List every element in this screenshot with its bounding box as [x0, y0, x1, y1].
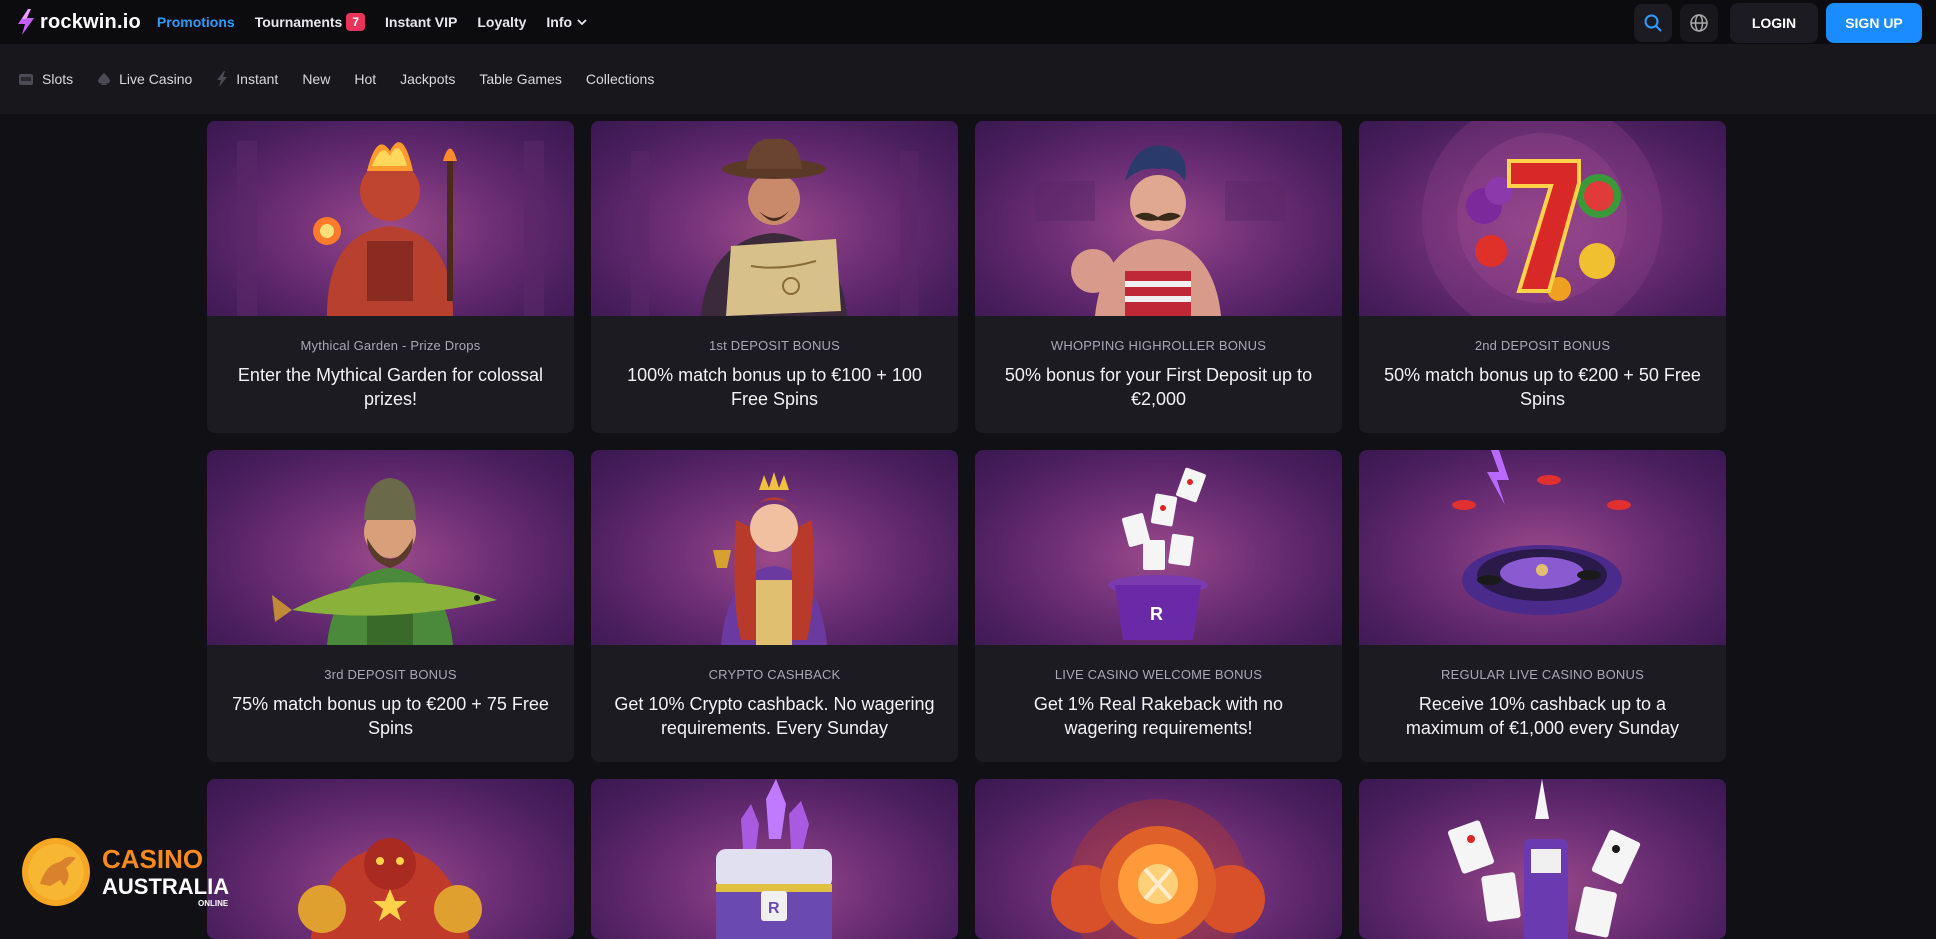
- category-new[interactable]: New: [302, 71, 330, 87]
- promo-image-treasure-chest: R: [591, 779, 958, 939]
- category-bar: Slots Live Casino Instant New Hot Jackpo…: [0, 44, 1936, 114]
- promo-card-mythical-garden[interactable]: Mythical Garden - Prize Drops Enter the …: [207, 121, 574, 433]
- promo-image-roulette: [1359, 450, 1726, 645]
- nav-info-dropdown[interactable]: Info: [546, 14, 587, 30]
- header-tools: LOGIN SIGN UP: [1626, 3, 1922, 43]
- promo-subtitle: 1st DEPOSIT BONUS: [708, 338, 841, 353]
- promo-image-lucky-seven: [1359, 121, 1726, 316]
- watermark-line2: AUSTRALIA: [102, 874, 229, 899]
- watermark-line3: ONLINE: [198, 899, 229, 908]
- category-instant-label: Instant: [236, 71, 279, 87]
- nav-tournaments[interactable]: Tournaments 7: [254, 13, 366, 31]
- promo-image-golem: [207, 779, 574, 939]
- promo-title: 100% match bonus up to €100 + 100 Free S…: [627, 365, 922, 409]
- svg-text:R: R: [768, 900, 780, 917]
- promo-title: 50% match bonus up to €200 + 50 Free Spi…: [1384, 365, 1701, 409]
- promo-card-partial[interactable]: [207, 779, 574, 939]
- promo-card-partial[interactable]: [1359, 779, 1726, 939]
- promo-title: 50% bonus for your First Deposit up to €…: [1004, 365, 1313, 409]
- tournaments-count-badge: 7: [346, 13, 366, 31]
- promo-image-queen: [591, 450, 958, 645]
- login-button[interactable]: LOGIN: [1730, 3, 1818, 43]
- promo-image-fisherman: [207, 450, 574, 645]
- brand-logo[interactable]: rockwin.io: [16, 0, 141, 44]
- promo-card-live-casino-welcome[interactable]: R LIVE CASINO WELCOME BONUS Get 1% Real …: [975, 450, 1342, 762]
- search-button[interactable]: [1634, 4, 1672, 42]
- promotions-grid: Mythical Garden - Prize Drops Enter the …: [207, 121, 1728, 939]
- promo-title: Get 10% Crypto cashback. No wagering req…: [614, 694, 935, 738]
- category-table-games-label: Table Games: [479, 71, 562, 87]
- category-jackpots-label: Jackpots: [400, 71, 456, 87]
- promo-card-regular-live-casino[interactable]: REGULAR LIVE CASINO BONUS Receive 10% ca…: [1359, 450, 1726, 762]
- nav-loyalty[interactable]: Loyalty: [477, 14, 526, 30]
- category-live-casino[interactable]: Live Casino: [97, 71, 192, 87]
- globe-icon: [1690, 14, 1708, 32]
- spade-icon: [98, 73, 111, 85]
- promo-image-magic-hat: R: [975, 450, 1342, 645]
- category-jackpots[interactable]: Jackpots: [400, 71, 455, 87]
- promo-card-highroller[interactable]: WHOPPING HIGHROLLER BONUS 50% bonus for …: [975, 121, 1342, 433]
- promo-image-cowboy: [591, 121, 958, 316]
- promo-image-fire-orb: [975, 779, 1342, 939]
- top-bar: rockwin.io Promotions Tournaments 7 Inst…: [0, 0, 1936, 44]
- promo-subtitle: Mythical Garden - Prize Drops: [300, 338, 481, 353]
- promo-title: Receive 10% cashback up to a maximum of …: [1405, 694, 1680, 738]
- chevron-down-icon: [577, 19, 587, 26]
- search-icon: [1644, 14, 1662, 32]
- category-hot[interactable]: Hot: [354, 71, 376, 87]
- category-table-games[interactable]: Table Games: [479, 71, 561, 87]
- casino-australia-watermark: CASINO AUSTRALIA ONLINE: [22, 838, 229, 908]
- promo-subtitle: LIVE CASINO WELCOME BONUS: [1054, 667, 1263, 682]
- category-collections-label: Collections: [585, 71, 655, 87]
- promo-subtitle: REGULAR LIVE CASINO BONUS: [1441, 667, 1644, 682]
- category-hot-label: Hot: [354, 71, 377, 87]
- nav-promotions[interactable]: Promotions: [157, 14, 235, 30]
- signup-button[interactable]: SIGN UP: [1826, 3, 1922, 43]
- promo-title: Enter the Mythical Garden for colossal p…: [237, 365, 544, 409]
- promo-card-crypto-cashback[interactable]: CRYPTO CASHBACK Get 10% Crypto cashback.…: [591, 450, 958, 762]
- category-slots-label: Slots: [42, 71, 74, 87]
- brand-name: rockwin.io: [40, 10, 141, 33]
- promo-card-1st-deposit[interactable]: 1st DEPOSIT BONUS 100% match bonus up to…: [591, 121, 958, 433]
- language-button[interactable]: [1680, 4, 1718, 42]
- lightning-logo-icon: [18, 9, 34, 35]
- category-live-casino-label: Live Casino: [119, 71, 193, 87]
- promo-image-strongman: [975, 121, 1342, 316]
- promo-card-2nd-deposit[interactable]: 2nd DEPOSIT BONUS 50% match bonus up to …: [1359, 121, 1726, 433]
- lightning-icon: [217, 71, 228, 87]
- promo-image-fire-demon: [207, 121, 574, 316]
- nav-instant-vip-label: Instant VIP: [385, 14, 458, 30]
- promo-subtitle: 3rd DEPOSIT BONUS: [324, 667, 457, 682]
- main-nav: Promotions Tournaments 7 Instant VIP Loy…: [157, 0, 607, 44]
- promo-subtitle: WHOPPING HIGHROLLER BONUS: [1050, 338, 1267, 353]
- category-instant[interactable]: Instant: [216, 71, 278, 87]
- promo-subtitle: CRYPTO CASHBACK: [708, 667, 841, 682]
- promo-title: Get 1% Real Rakeback with no wagering re…: [1033, 694, 1284, 738]
- category-collections[interactable]: Collections: [586, 71, 654, 87]
- promo-title: 75% match bonus up to €200 + 75 Free Spi…: [232, 694, 549, 738]
- nav-tournaments-label: Tournaments: [254, 14, 343, 30]
- promo-image-playing-cards: [1359, 779, 1726, 939]
- nav-loyalty-label: Loyalty: [477, 14, 527, 30]
- nav-instant-vip[interactable]: Instant VIP: [385, 14, 457, 30]
- slot-machine-icon: [19, 74, 33, 85]
- nav-promotions-label: Promotions: [156, 14, 235, 30]
- promo-card-3rd-deposit[interactable]: 3rd DEPOSIT BONUS 75% match bonus up to …: [207, 450, 574, 762]
- watermark-line1: CASINO: [102, 844, 203, 874]
- nav-info-label: Info: [546, 14, 573, 30]
- promo-card-partial[interactable]: R: [591, 779, 958, 939]
- promo-card-partial[interactable]: [975, 779, 1342, 939]
- category-slots[interactable]: Slots: [18, 71, 73, 87]
- category-new-label: New: [302, 71, 331, 87]
- svg-text:R: R: [1150, 604, 1163, 624]
- promo-subtitle: 2nd DEPOSIT BONUS: [1474, 338, 1611, 353]
